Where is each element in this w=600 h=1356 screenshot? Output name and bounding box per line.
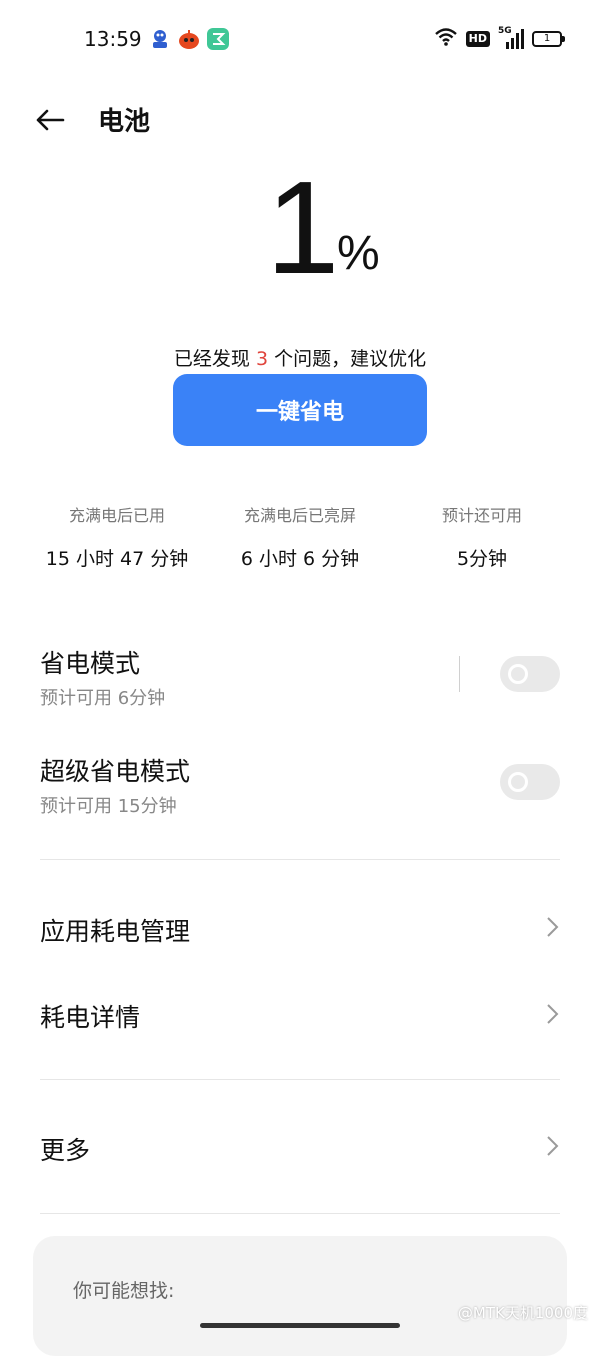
percent-sign: % bbox=[337, 227, 380, 280]
power-saving-mode-subtitle: 预计可用 6分钟 bbox=[40, 688, 166, 709]
toggle-knob bbox=[508, 664, 528, 684]
issue-count: 3 bbox=[255, 348, 269, 370]
issue-prefix: 已经发现 bbox=[173, 348, 256, 370]
status-time: 13:59 bbox=[84, 27, 142, 51]
menu-item-more[interactable]: 更多 bbox=[40, 1131, 90, 1167]
issue-suffix: 个问题，建议优化 bbox=[268, 348, 427, 370]
chevron-right-icon[interactable] bbox=[540, 1002, 564, 1026]
watermark: @MTK天机1000度 bbox=[457, 1304, 588, 1322]
section-divider bbox=[40, 1079, 560, 1080]
super-power-saving-mode-subtitle: 预计可用 15分钟 bbox=[40, 796, 177, 817]
stat-remaining-estimate: 预计还可用 5分钟 bbox=[382, 502, 582, 571]
stat-screen-on-since-full: 充满电后已亮屏 6 小时 6 分钟 bbox=[200, 502, 400, 571]
super-power-saving-mode-title[interactable]: 超级省电模式 bbox=[40, 752, 190, 788]
vertical-divider bbox=[459, 656, 460, 692]
power-saving-mode-title[interactable]: 省电模式 bbox=[40, 644, 140, 680]
wifi-icon bbox=[434, 27, 458, 51]
stat-used-since-full: 充满电后已用 15 小时 47 分钟 bbox=[17, 502, 217, 571]
page-title: 电池 bbox=[98, 107, 151, 137]
stat-value: 15 小时 47 分钟 bbox=[45, 548, 189, 570]
signal-icon: 5G bbox=[498, 26, 524, 50]
super-power-saving-mode-toggle[interactable] bbox=[500, 764, 560, 800]
battery-status-icon: 1 bbox=[532, 31, 565, 47]
menu-item-app-power-management[interactable]: 应用耗电管理 bbox=[40, 912, 190, 948]
back-button[interactable] bbox=[30, 100, 70, 140]
stat-label: 预计还可用 bbox=[441, 506, 522, 525]
stat-value: 6 小时 6 分钟 bbox=[240, 548, 360, 570]
app-notification-icon bbox=[207, 28, 229, 50]
home-indicator[interactable] bbox=[200, 1323, 400, 1328]
stat-value: 5分钟 bbox=[456, 548, 508, 570]
toggle-knob bbox=[508, 772, 528, 792]
menu-item-power-details[interactable]: 耗电详情 bbox=[40, 998, 140, 1034]
chevron-right-icon[interactable] bbox=[540, 1134, 564, 1158]
app-notification-icon bbox=[149, 28, 171, 50]
hd-badge: HD bbox=[465, 31, 490, 47]
stat-label: 充满电后已亮屏 bbox=[243, 506, 356, 525]
battery-percent-value: 1 bbox=[266, 154, 340, 301]
section-divider bbox=[40, 859, 560, 860]
issue-summary: 已经发现 3 个问题，建议优化 bbox=[0, 344, 600, 371]
back-arrow-icon bbox=[36, 109, 65, 131]
section-divider bbox=[40, 1213, 560, 1214]
one-key-save-button[interactable]: 一键省电 bbox=[173, 374, 427, 446]
chevron-right-icon[interactable] bbox=[540, 915, 564, 939]
power-saving-mode-toggle[interactable] bbox=[500, 656, 560, 692]
stat-label: 充满电后已用 bbox=[68, 506, 165, 525]
suggestions-title: 你可能想找: bbox=[73, 1280, 175, 1302]
status-icons: HD 5G 1 bbox=[434, 26, 565, 51]
app-notification-icon bbox=[178, 28, 200, 50]
